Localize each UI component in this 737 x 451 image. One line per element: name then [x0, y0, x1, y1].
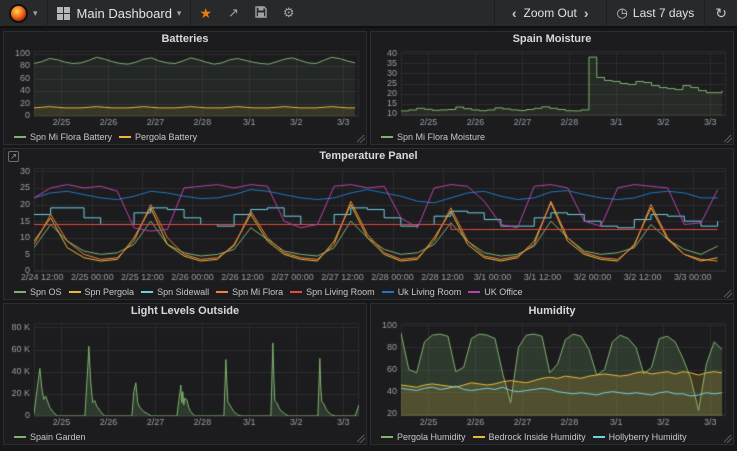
legend-label: Pergola Battery — [135, 132, 197, 142]
shift-time-back-button[interactable]: ‹ — [505, 5, 524, 21]
panel-resize-handle[interactable] — [724, 135, 732, 143]
humidity-chart[interactable] — [371, 319, 733, 429]
dashboard-grid: Batteries Spn Mi Flora Battery Pergola Ba… — [0, 28, 737, 451]
clock-icon: ◷ — [617, 5, 628, 21]
panel-title[interactable]: Light Levels Outside — [4, 304, 366, 319]
legend-color-dash — [119, 136, 131, 138]
humidity-legend: Pergola Humidity Bedrock Inside Humidity H… — [371, 429, 733, 444]
legend-item[interactable]: UK Office — [468, 287, 522, 297]
panel-humidity: Humidity Pergola Humidity Bedrock Inside … — [370, 303, 734, 445]
panel-link-icon[interactable]: ↗ — [8, 151, 19, 162]
batteries-legend: Spn Mi Flora Battery Pergola Battery — [4, 129, 366, 144]
legend-color-dash — [381, 136, 393, 138]
light-levels-chart[interactable] — [4, 319, 366, 429]
legend-item[interactable]: Spain Garden — [14, 432, 86, 442]
panel-light-levels: Light Levels Outside Spain Garden — [3, 303, 367, 445]
time-controls: ‹ Zoom Out › ◷ Last 7 days ↻ — [494, 0, 737, 27]
legend-color-dash — [14, 136, 26, 138]
legend-item[interactable]: Bedrock Inside Humidity — [473, 432, 586, 442]
legend-color-dash — [290, 291, 302, 293]
zoom-out-button[interactable]: Zoom Out — [524, 6, 577, 20]
light-levels-legend: Spain Garden — [4, 429, 366, 444]
zoom-controls: ‹ Zoom Out › — [494, 0, 606, 27]
panel-title[interactable]: Humidity — [371, 304, 733, 319]
spain-moisture-chart[interactable] — [371, 47, 733, 129]
grid-icon — [57, 7, 70, 20]
legend-label: Uk Living Room — [398, 287, 462, 297]
legend-item[interactable]: Spn Mi Flora Battery — [14, 132, 112, 142]
temperature-chart[interactable] — [4, 164, 733, 284]
legend-color-dash — [473, 436, 485, 438]
legend-label: Spn Mi Flora Battery — [30, 132, 112, 142]
panel-title[interactable]: Batteries — [4, 32, 366, 47]
legend-color-dash — [14, 291, 26, 293]
legend-item[interactable]: Spn Sidewall — [141, 287, 209, 297]
legend-color-dash — [593, 436, 605, 438]
legend-color-dash — [141, 291, 153, 293]
panel-temperature: ↗ Temperature Panel Spn OSSpn PergolaSpn… — [3, 148, 734, 300]
panel-resize-handle[interactable] — [357, 435, 365, 443]
legend-item[interactable]: Uk Living Room — [382, 287, 462, 297]
legend-color-dash — [382, 291, 394, 293]
spain-moisture-legend: Spn Mi Flora Moisture — [371, 129, 733, 144]
legend-item[interactable]: Spn Mi Flora — [216, 287, 283, 297]
legend-label: UK Office — [484, 287, 522, 297]
legend-color-dash — [381, 436, 393, 438]
top-navbar: ▾ Main Dashboard ▾ ★ ↗ ⚙ ‹ Zoom Out › ◷ … — [0, 0, 737, 28]
shift-time-forward-button[interactable]: › — [577, 5, 596, 21]
panel-title[interactable]: Temperature Panel — [4, 149, 733, 164]
chevron-down-icon: ▾ — [33, 8, 38, 19]
panel-resize-handle[interactable] — [357, 135, 365, 143]
legend-color-dash — [14, 436, 26, 438]
legend-item[interactable]: Spn OS — [14, 287, 62, 297]
legend-color-dash — [69, 291, 81, 293]
refresh-section: ↻ — [704, 0, 737, 27]
legend-label: Spn Mi Flora Moisture — [397, 132, 485, 142]
legend-label: Spn Mi Flora — [232, 287, 283, 297]
save-icon[interactable] — [247, 6, 275, 21]
panel-batteries: Batteries Spn Mi Flora Battery Pergola Ba… — [3, 31, 367, 145]
panel-spain-moisture: Spain Moisture Spn Mi Flora Moisture — [370, 31, 734, 145]
legend-item[interactable]: Spn Mi Flora Moisture — [381, 132, 485, 142]
legend-label: Spn OS — [30, 287, 62, 297]
chevron-down-icon: ▾ — [177, 8, 182, 19]
dashboard-title: Main Dashboard — [77, 6, 172, 21]
panel-resize-handle[interactable] — [724, 290, 732, 298]
time-range-label: Last 7 days — [633, 6, 694, 20]
legend-item[interactable]: Spn Pergola — [69, 287, 135, 297]
legend-item[interactable]: Spn Living Room — [290, 287, 375, 297]
legend-label: Spn Pergola — [85, 287, 135, 297]
gear-icon[interactable]: ⚙ — [275, 5, 303, 21]
legend-item[interactable]: Hollyberry Humidity — [593, 432, 687, 442]
legend-item[interactable]: Pergola Battery — [119, 132, 197, 142]
legend-label: Spn Sidewall — [157, 287, 209, 297]
time-range-picker[interactable]: ◷ Last 7 days — [606, 0, 705, 27]
legend-label: Spain Garden — [30, 432, 86, 442]
legend-color-dash — [216, 291, 228, 293]
grafana-logo-icon — [9, 4, 28, 23]
panel-title[interactable]: Spain Moisture — [371, 32, 733, 47]
floppy-icon — [255, 6, 267, 18]
temperature-legend: Spn OS Spn Pergola Spn Sidewall Spn Mi Flor… — [4, 284, 733, 299]
legend-color-dash — [468, 291, 480, 293]
dashboard-title-menu[interactable]: Main Dashboard ▾ — [48, 0, 192, 27]
legend-label: Spn Living Room — [306, 287, 375, 297]
legend-label: Bedrock Inside Humidity — [489, 432, 586, 442]
batteries-chart[interactable] — [4, 47, 366, 129]
grafana-menu[interactable]: ▾ — [0, 0, 48, 27]
share-icon[interactable]: ↗ — [220, 5, 247, 21]
legend-item[interactable]: Pergola Humidity — [381, 432, 466, 442]
panel-resize-handle[interactable] — [724, 435, 732, 443]
legend-label: Hollyberry Humidity — [609, 432, 687, 442]
legend-label: Pergola Humidity — [397, 432, 466, 442]
refresh-icon[interactable]: ↻ — [715, 5, 727, 22]
favorite-star-icon[interactable]: ★ — [191, 5, 220, 22]
